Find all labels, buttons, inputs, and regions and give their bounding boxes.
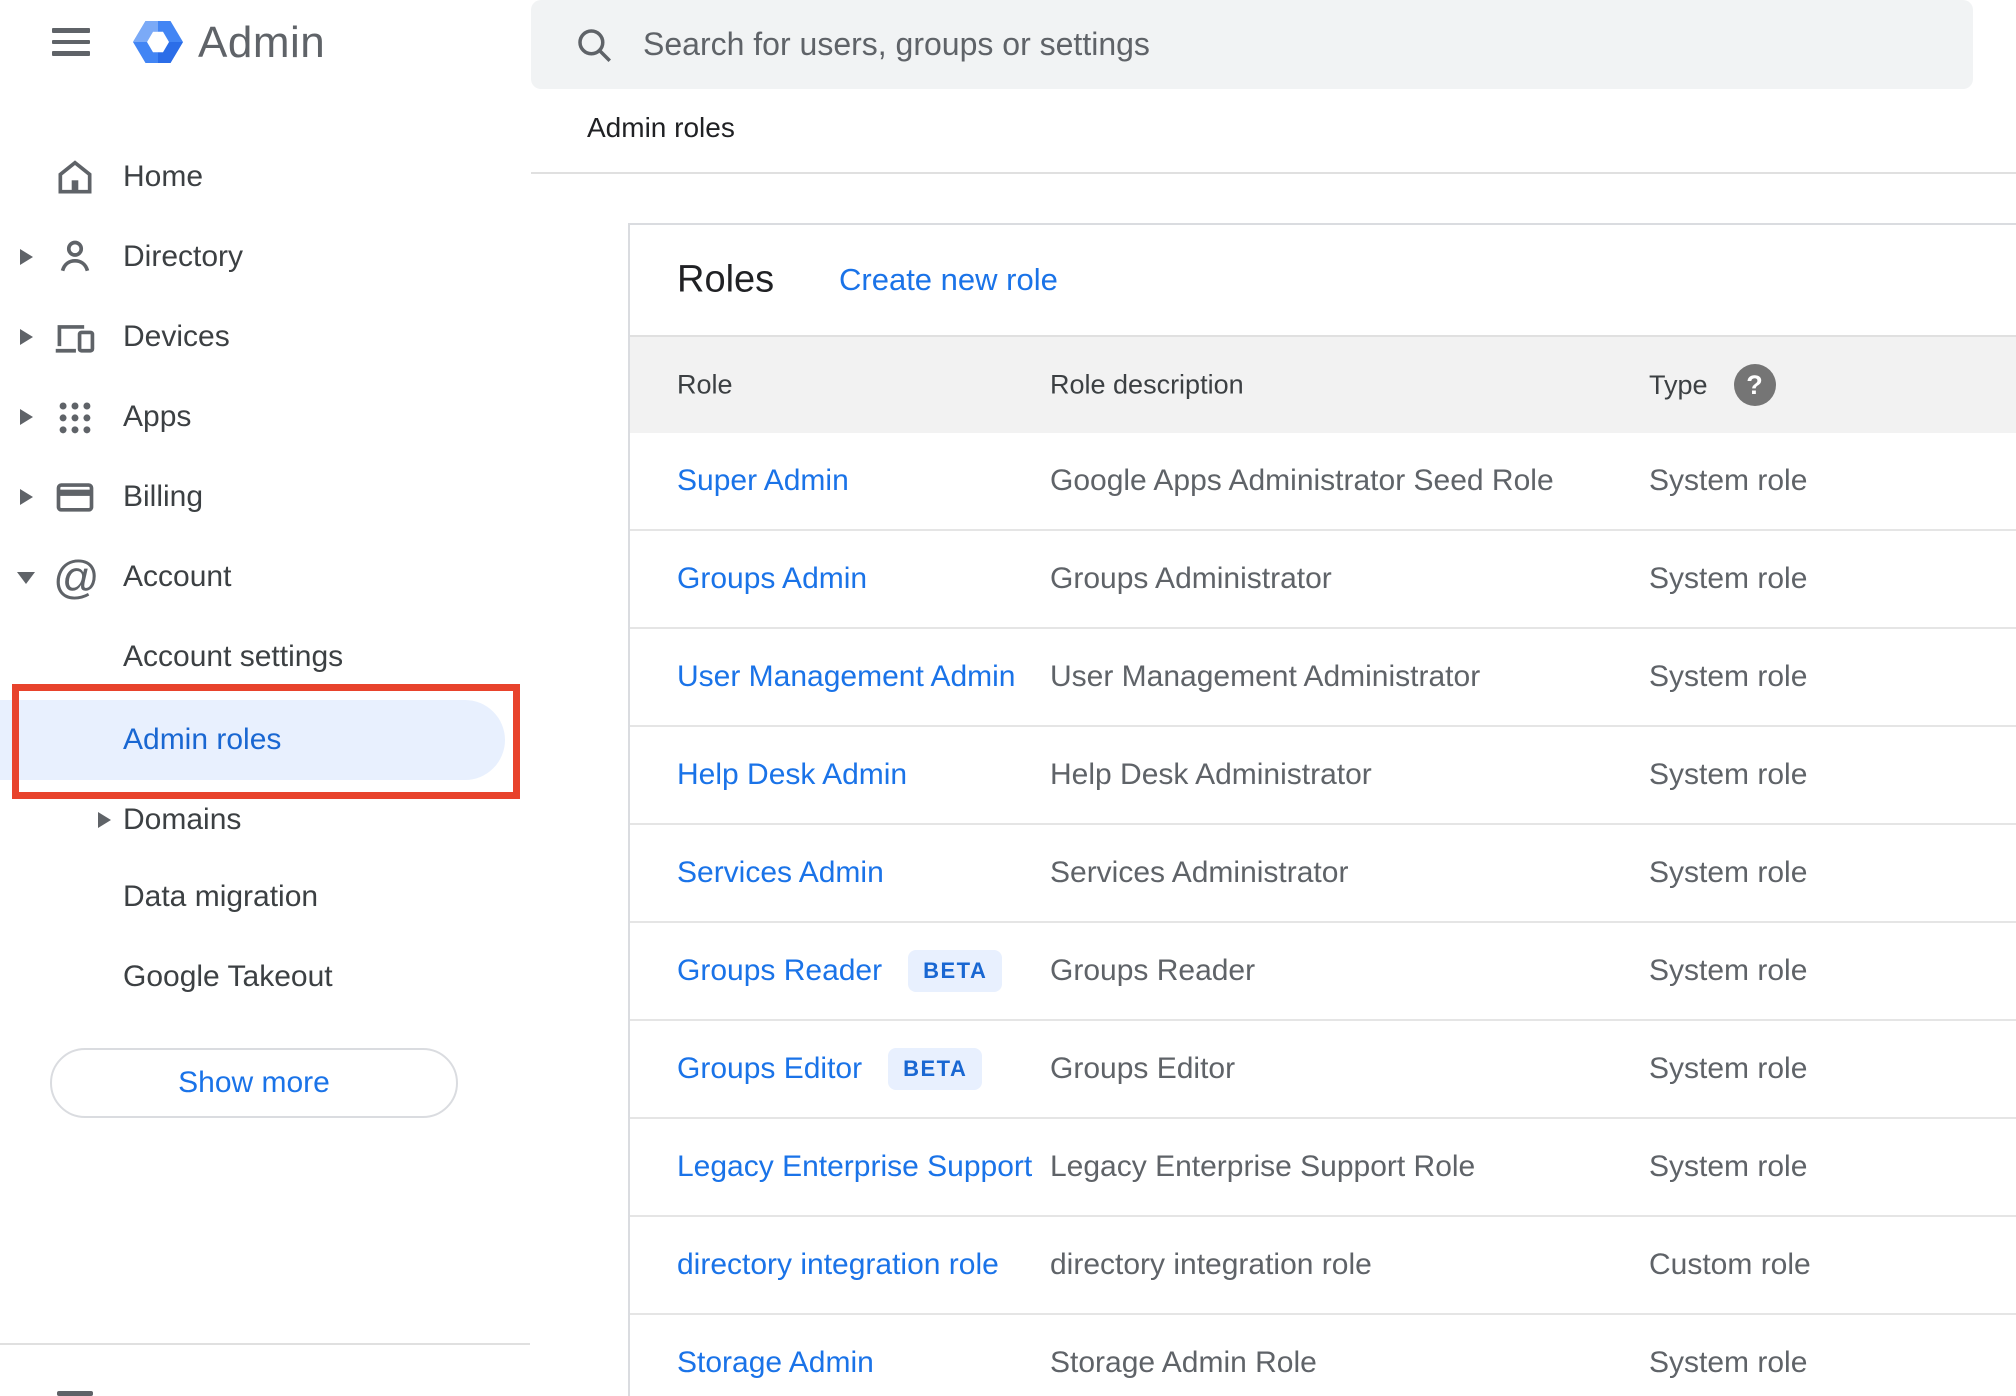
role-type: System role bbox=[1649, 464, 1808, 497]
role-description: Help Desk Administrator bbox=[1050, 758, 1372, 791]
apps-grid-icon bbox=[53, 395, 97, 439]
sidebar-item-domains[interactable]: Domains bbox=[0, 780, 530, 860]
role-type: System role bbox=[1649, 1150, 1808, 1183]
role-link[interactable]: User Management Admin bbox=[677, 660, 1016, 694]
sidebar-item-label: Directory bbox=[123, 240, 244, 273]
table-row: Legacy Enterprise Support Legacy Enterpr… bbox=[630, 1119, 2016, 1217]
person-icon bbox=[53, 235, 97, 279]
roles-card: Roles Create new role Role Role descript… bbox=[628, 223, 2016, 1396]
at-sign-icon: @ bbox=[53, 551, 100, 603]
header-divider bbox=[531, 172, 2016, 174]
sidebar-item-account[interactable]: @ Account bbox=[0, 537, 530, 617]
collapse-arrow-icon[interactable] bbox=[17, 572, 35, 584]
role-type: System role bbox=[1649, 562, 1808, 595]
role-link[interactable]: Super Admin bbox=[677, 464, 849, 498]
table-row: Groups Editor BETA Groups Editor System … bbox=[630, 1021, 2016, 1119]
table-row: directory integration role directory int… bbox=[630, 1217, 2016, 1315]
sidebar-item-billing[interactable]: Billing bbox=[0, 457, 530, 537]
search-input[interactable] bbox=[643, 0, 1943, 89]
role-description: Groups Editor bbox=[1050, 1052, 1236, 1085]
role-type: System role bbox=[1649, 1052, 1808, 1085]
breadcrumb-page-title: Admin roles bbox=[587, 112, 735, 143]
expand-arrow-icon[interactable] bbox=[20, 329, 33, 345]
table-row: Help Desk Admin Help Desk Administrator … bbox=[630, 727, 2016, 825]
role-description: directory integration role bbox=[1050, 1248, 1372, 1281]
help-icon[interactable]: ? bbox=[1733, 364, 1776, 406]
role-description: Legacy Enterprise Support Role bbox=[1050, 1150, 1476, 1183]
sidebar-item-home[interactable]: Home bbox=[0, 137, 530, 217]
search-bar[interactable] bbox=[531, 0, 1973, 89]
role-link[interactable]: Services Admin bbox=[677, 856, 884, 890]
role-description: User Management Administrator bbox=[1050, 660, 1481, 693]
sidebar-item-label: Apps bbox=[123, 400, 192, 433]
role-link[interactable]: directory integration role bbox=[677, 1248, 999, 1282]
role-type: System role bbox=[1649, 758, 1808, 791]
column-header-type: Type ? bbox=[1649, 364, 1776, 406]
column-header-role: Role bbox=[677, 369, 733, 400]
table-row: Super Admin Google Apps Administrator Se… bbox=[630, 433, 2016, 531]
role-type: System role bbox=[1649, 856, 1808, 889]
credit-card-icon bbox=[53, 475, 97, 519]
roles-card-header: Roles Create new role bbox=[630, 225, 2016, 335]
role-description: Google Apps Administrator Seed Role bbox=[1050, 464, 1554, 497]
role-description: Groups Reader bbox=[1050, 954, 1256, 987]
role-description: Storage Admin Role bbox=[1050, 1346, 1317, 1379]
sidebar-divider bbox=[0, 1343, 530, 1345]
role-type: System role bbox=[1649, 1346, 1808, 1379]
home-icon bbox=[53, 155, 97, 199]
table-row: Services Admin Services Administrator Sy… bbox=[630, 825, 2016, 923]
table-row: Storage Admin Storage Admin Role System … bbox=[630, 1315, 2016, 1396]
role-link[interactable]: Help Desk Admin bbox=[677, 758, 907, 792]
role-description: Groups Administrator bbox=[1050, 562, 1332, 595]
beta-badge: BETA bbox=[888, 1048, 983, 1090]
role-link[interactable]: Groups Admin bbox=[677, 562, 867, 596]
sidebar-item-admin-roles[interactable]: Admin roles bbox=[0, 700, 505, 780]
product-name: Admin bbox=[198, 18, 326, 67]
sidebar-item-label: Domains bbox=[123, 803, 242, 836]
admin-logo-icon bbox=[128, 11, 188, 73]
search-icon bbox=[573, 24, 615, 71]
sidebar-item-data-migration[interactable]: Data migration bbox=[0, 857, 530, 937]
role-type: System role bbox=[1649, 660, 1808, 693]
sidebar-item-label: Admin roles bbox=[123, 723, 282, 756]
sidebar-item-google-takeout[interactable]: Google Takeout bbox=[0, 937, 530, 1017]
card-title: Roles bbox=[677, 258, 775, 301]
expand-arrow-icon[interactable] bbox=[98, 812, 111, 828]
beta-badge: BETA bbox=[908, 950, 1003, 992]
column-header-description: Role description bbox=[1050, 369, 1244, 400]
sidebar-item-label: Data migration bbox=[123, 880, 319, 913]
sidebar-item-label: Account settings bbox=[123, 640, 344, 673]
sidebar-item-directory[interactable]: Directory bbox=[0, 217, 530, 297]
role-description: Services Administrator bbox=[1050, 856, 1349, 889]
role-type: Custom role bbox=[1649, 1248, 1811, 1281]
expand-arrow-icon[interactable] bbox=[20, 249, 33, 265]
google-admin-console: Admin Admin roles Home Direct bbox=[0, 0, 2016, 1396]
devices-icon bbox=[53, 315, 97, 359]
table-row: Groups Reader BETA Groups Reader System … bbox=[630, 923, 2016, 1021]
role-link[interactable]: Storage Admin bbox=[677, 1346, 874, 1380]
sidebar-item-label: Account bbox=[123, 560, 232, 593]
role-link[interactable]: Groups Reader bbox=[677, 954, 882, 988]
expand-arrow-icon[interactable] bbox=[20, 489, 33, 505]
sidebar-item-apps[interactable]: Apps bbox=[0, 377, 530, 457]
role-type: System role bbox=[1649, 954, 1808, 987]
role-link[interactable]: Legacy Enterprise Support bbox=[677, 1150, 1032, 1184]
sidebar-item-label: Home bbox=[123, 160, 204, 193]
create-new-role-link[interactable]: Create new role bbox=[839, 262, 1058, 298]
expand-arrow-icon[interactable] bbox=[20, 409, 33, 425]
sidebar-item-label: Google Takeout bbox=[123, 960, 333, 993]
sidebar-item-devices[interactable]: Devices bbox=[0, 297, 530, 377]
sidebar-item-label: Billing bbox=[123, 480, 204, 513]
sidebar-item-label: Devices bbox=[123, 320, 230, 353]
role-link[interactable]: Groups Editor bbox=[677, 1052, 862, 1086]
table-header-row: Role Role description Type ? bbox=[630, 335, 2016, 433]
cutoff-sidebar-icon bbox=[57, 1391, 93, 1396]
table-row: Groups Admin Groups Administrator System… bbox=[630, 531, 2016, 629]
menu-icon[interactable] bbox=[52, 28, 90, 56]
show-more-button[interactable]: Show more bbox=[50, 1048, 458, 1118]
sidebar-item-account-settings[interactable]: Account settings bbox=[0, 617, 530, 697]
table-row: User Management Admin User Management Ad… bbox=[630, 629, 2016, 727]
